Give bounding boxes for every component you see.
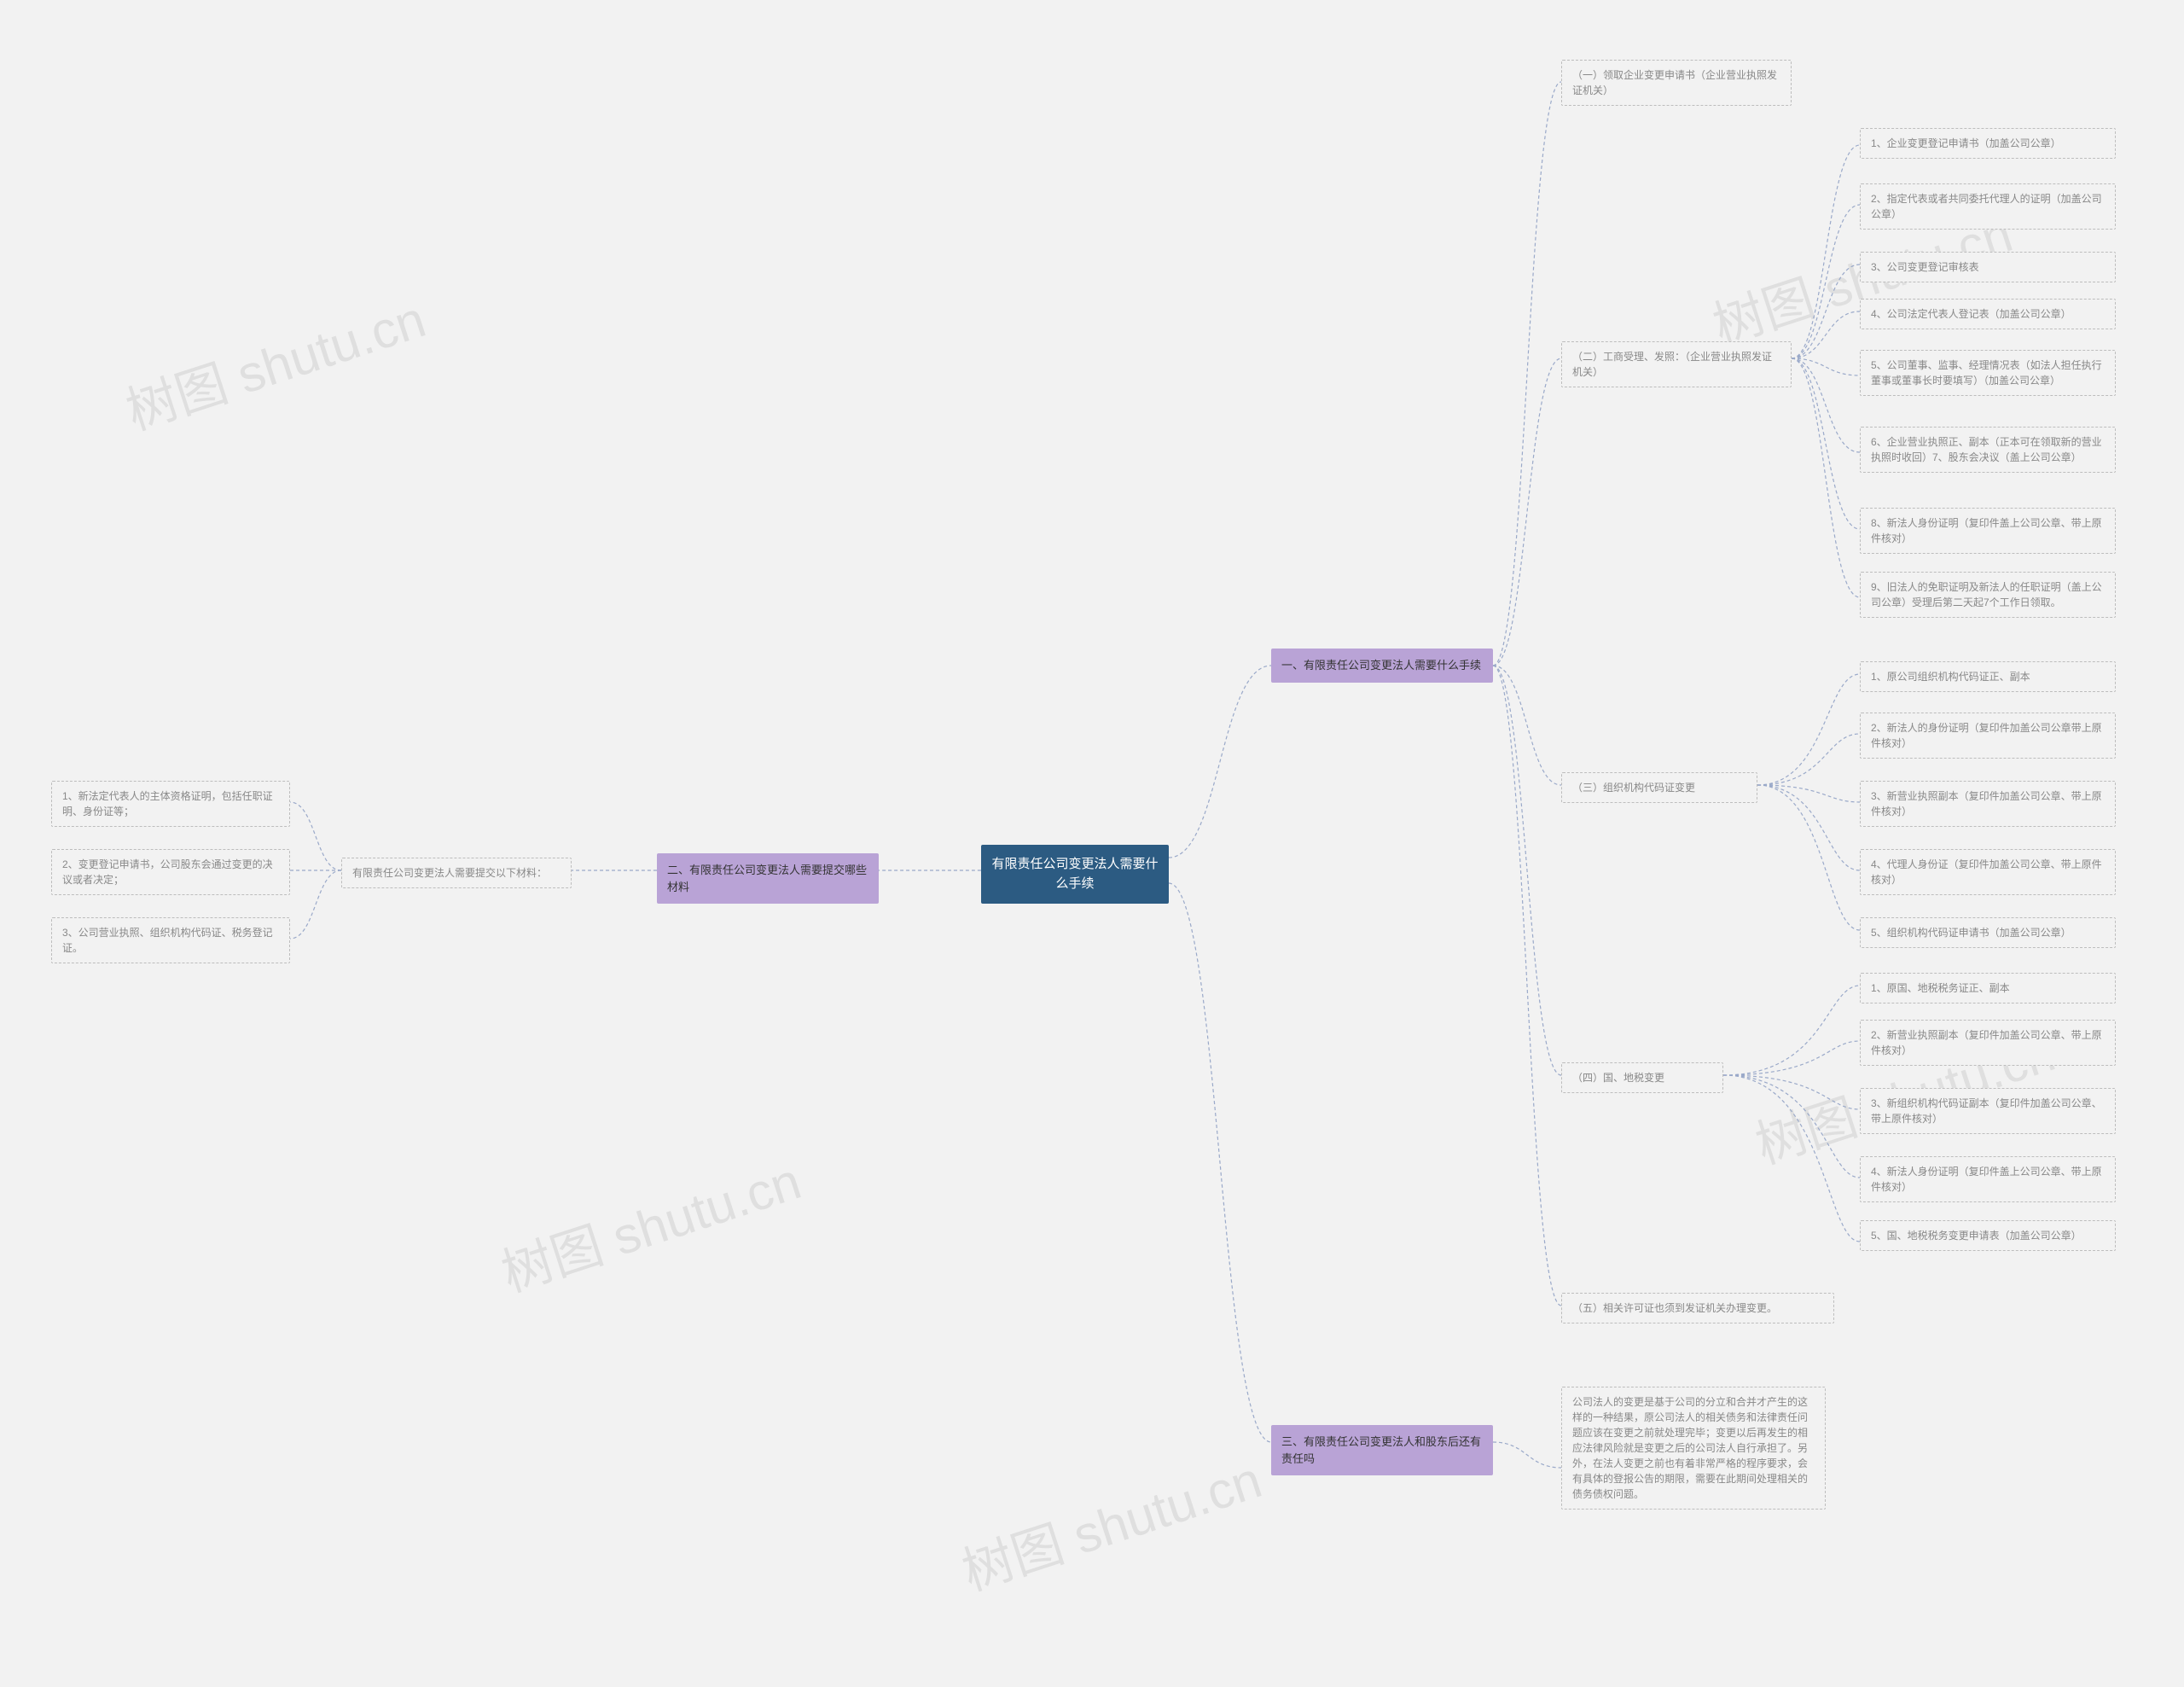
s1-item-3: （三）组织机构代码证变更 [1561,772,1757,803]
s1-i3-c5: 5、组织机构代码证申请书（加盖公司公章） [1860,917,2116,948]
s2-c2: 2、变更登记申请书，公司股东会通过变更的决议或者决定； [51,849,290,895]
section-3: 三、有限责任公司变更法人和股东后还有责任吗 [1271,1425,1493,1475]
s1-i2-c7: 8、新法人身份证明（复印件盖上公司公章、带上原件核对） [1860,508,2116,554]
s1-i2-c3: 3、公司变更登记审核表 [1860,252,2116,282]
watermark-text: 树图 shutu.cn [491,1140,809,1306]
s1-i4-c3: 3、新组织机构代码证副本（复印件加盖公司公章、带上原件核对） [1860,1088,2116,1134]
s1-i2-c1: 1、企业变更登记申请书（加盖公司公章） [1860,128,2116,159]
s3-body: 公司法人的变更是基于公司的分立和合并才产生的这样的一种结果，原公司法人的相关债务… [1561,1387,1826,1510]
section-2: 二、有限责任公司变更法人需要提交哪些材料 [657,853,879,904]
s1-i4-c5: 5、国、地税税务变更申请表（加盖公司公章） [1860,1220,2116,1251]
s1-i3-c2: 2、新法人的身份证明（复印件加盖公司公章带上原件核对） [1860,713,2116,759]
s1-i2-c2: 2、指定代表或者共同委托代理人的证明（加盖公司公章） [1860,183,2116,230]
s1-i4-c4: 4、新法人身份证明（复印件盖上公司公章、带上原件核对） [1860,1156,2116,1202]
s1-i4-c2: 2、新营业执照副本（复印件加盖公司公章、带上原件核对） [1860,1020,2116,1066]
s1-item-5: （五）相关许可证也须到发证机关办理变更。 [1561,1293,1834,1323]
s1-i2-c4: 4、公司法定代表人登记表（加盖公司公章） [1860,299,2116,329]
s1-i3-c1: 1、原公司组织机构代码证正、副本 [1860,661,2116,692]
watermark-text: 树图 shutu.cn [951,1439,1269,1605]
connector-lines [0,0,2184,1687]
s1-i3-c4: 4、代理人身份证（复印件加盖公司公章、带上原件核对） [1860,849,2116,895]
s1-i2-c8: 9、旧法人的免职证明及新法人的任职证明（盖上公司公章）受理后第二天起7个工作日领… [1860,572,2116,618]
s1-item-4: （四）国、地税变更 [1561,1062,1723,1093]
s1-i2-c5: 5、公司董事、监事、经理情况表（如法人担任执行董事或董事长时要填写）（加盖公司公… [1860,350,2116,396]
s1-item-2: （二）工商受理、发照：（企业营业执照发证机关） [1561,341,1792,387]
s1-i2-c6: 6、企业营业执照正、副本（正本可在领取新的营业执照时收回）7、股东会决议（盖上公… [1860,427,2116,473]
s2-c1: 1、新法定代表人的主体资格证明，包括任职证明、身份证等； [51,781,290,827]
s1-item-1: （一）领取企业变更申请书（企业营业执照发证机关） [1561,60,1792,106]
s1-i4-c1: 1、原国、地税税务证正、副本 [1860,973,2116,1003]
watermark-text: 树图 shutu.cn [115,278,433,445]
s2-mid: 有限责任公司变更法人需要提交以下材料： [341,858,572,888]
s1-i3-c3: 3、新营业执照副本（复印件加盖公司公章、带上原件核对） [1860,781,2116,827]
s2-c3: 3、公司营业执照、组织机构代码证、税务登记证。 [51,917,290,963]
section-1: 一、有限责任公司变更法人需要什么手续 [1271,649,1493,683]
root-node: 有限责任公司变更法人需要什么手续 [981,845,1169,904]
